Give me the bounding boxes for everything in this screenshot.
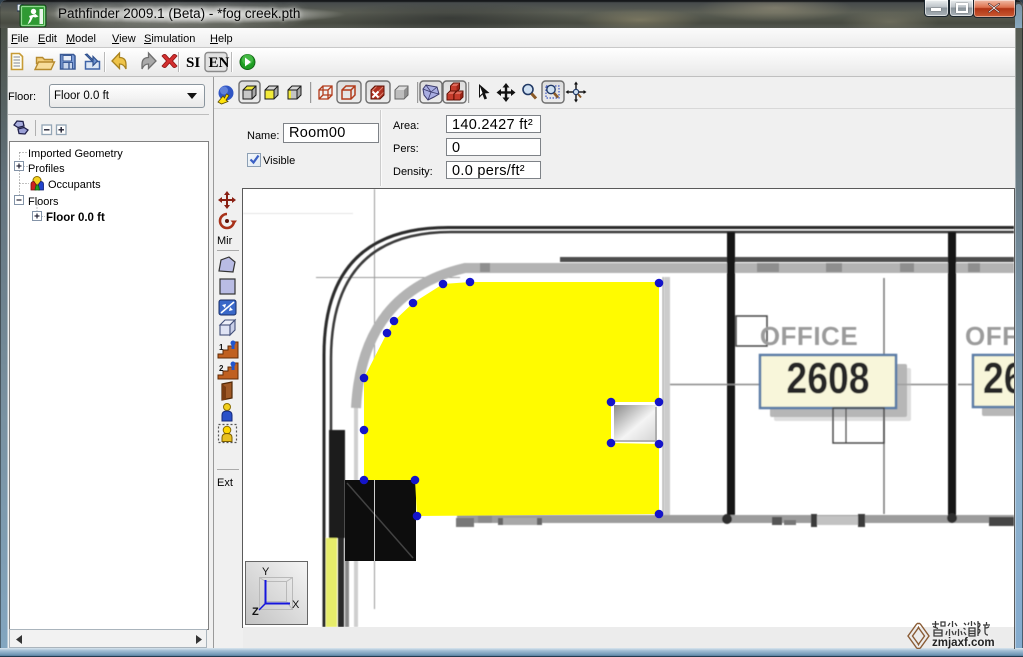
svg-text:2: 2 [219,364,224,373]
svg-text:SI: SI [186,55,200,71]
svg-text:26: 26 [983,353,1014,403]
svg-text:Y: Y [262,566,270,578]
svg-text:1: 1 [219,343,224,352]
svg-text:X: X [292,599,300,611]
svg-text:OFFIC: OFFIC [965,321,1014,351]
svg-text:EN: EN [209,55,230,71]
svg-text:OFFICE: OFFICE [760,321,858,351]
svg-text:2608: 2608 [786,353,869,403]
svg-text:Z: Z [252,606,259,618]
